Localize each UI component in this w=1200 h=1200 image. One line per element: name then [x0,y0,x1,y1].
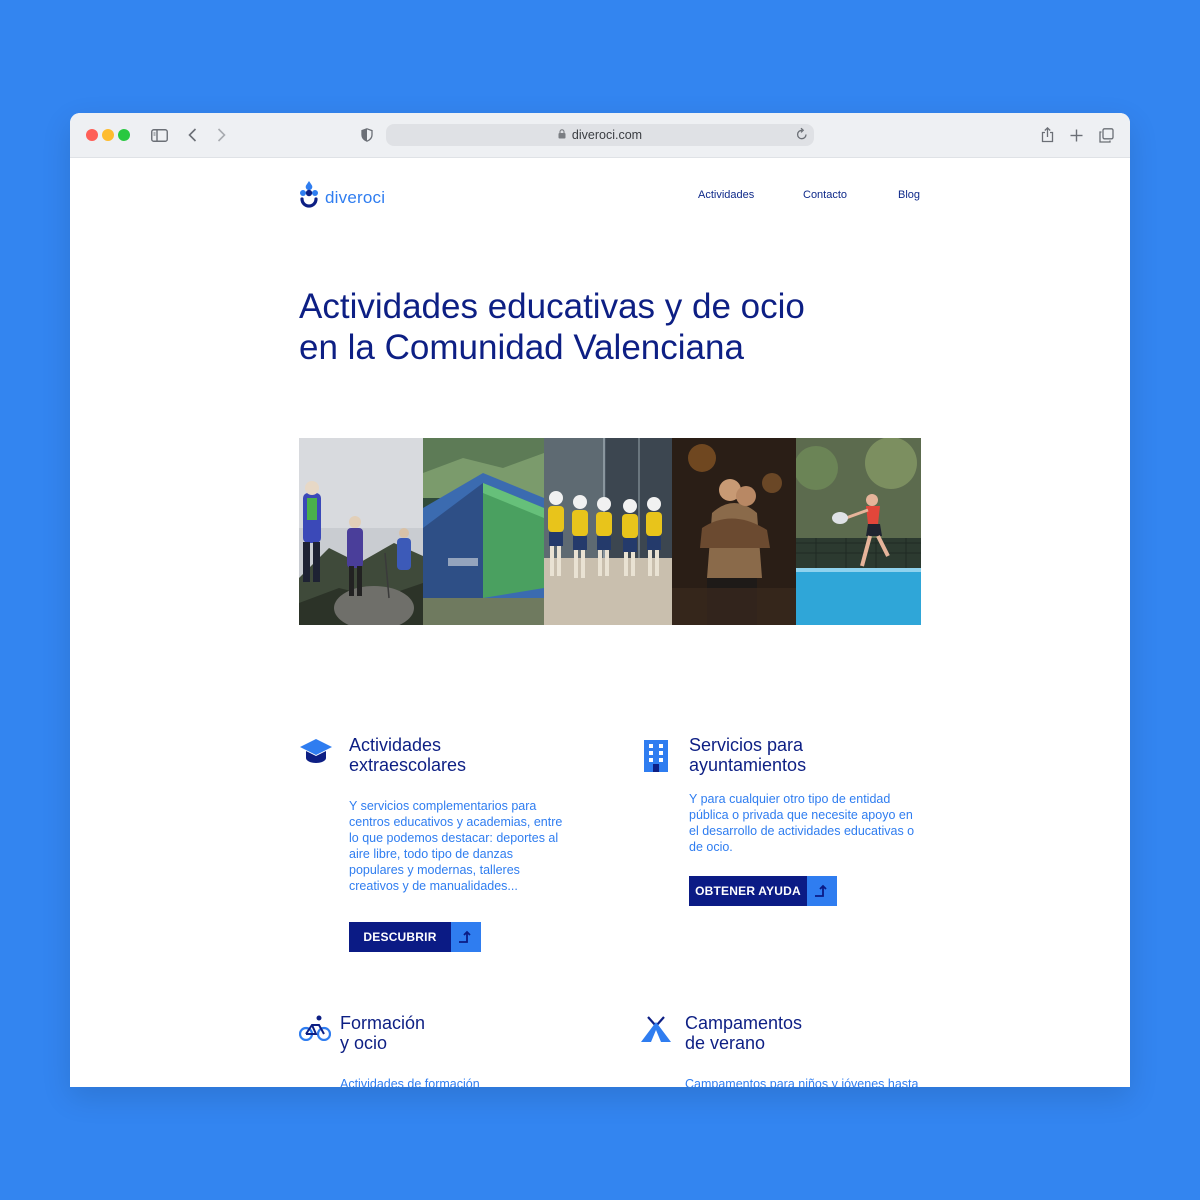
web-page: diveroci Actividades Contacto Blog Activ… [70,158,1130,1087]
hero-title-line1: Actividades educativas y de ocio [299,287,805,326]
card-description: Y para cualquier otro tipo de entidad pú… [689,792,915,854]
address-bar[interactable]: diveroci.com [386,124,814,146]
reload-icon[interactable] [796,127,808,144]
arrow-up-right-icon [451,922,481,952]
hero-title: Actividades educativas y de ocio en la C… [299,286,859,368]
card-title: Actividades extraescolares [349,735,466,775]
card-title-line1: Formación [340,1013,426,1033]
card-title-line2: ayuntamientos [689,755,807,775]
nav-blog[interactable]: Blog [898,189,920,201]
padel-photo [796,438,921,625]
card-title: Servicios para ayuntamientos [689,735,806,775]
card-title-line2: y ocio [340,1033,388,1053]
card-title-line2: extraescolares [349,755,467,775]
card-description: Campamentos para niños y jóvenes hasta [685,1077,919,1087]
address-url: diveroci.com [571,128,643,142]
browser-window: diveroci.com diveroci Actividades Contac… [70,113,1130,1087]
drop-logo-icon [299,180,319,215]
tab-overview-icon[interactable] [1095,123,1117,147]
arrow-up-right-icon [807,876,837,906]
site-logo[interactable]: diveroci [299,180,385,215]
hero-title-line2: en la Comunidad Valenciana [299,328,744,367]
nav-contacto[interactable]: Contacto [803,189,847,201]
lock-icon [558,128,566,142]
obtener-ayuda-button[interactable]: OBTENER AYUDA [689,876,837,906]
zoom-window-button[interactable] [118,129,130,141]
tent-photo [423,438,544,625]
card-title: Campamentos de verano [685,1013,802,1053]
graduation-cap-icon [299,737,333,770]
browser-toolbar: diveroci.com [70,113,1130,158]
shield-icon[interactable] [356,123,378,147]
tent-icon [639,1016,673,1049]
nav-actividades[interactable]: Actividades [698,189,754,201]
bicycle-icon [298,1015,332,1046]
new-tab-icon[interactable] [1065,123,1087,147]
hiking-photo [299,438,423,625]
building-icon [643,740,669,777]
button-label: DESCUBRIR [349,922,451,952]
card-title-line1: Servicios para [689,735,804,755]
card-description: Actividades de formación [340,1077,480,1087]
logo-text: diveroci [325,187,386,207]
card-title: Formación y ocio [340,1013,425,1053]
photo-gallery [299,438,921,625]
minimize-window-button[interactable] [102,129,114,141]
descubrir-button[interactable]: DESCUBRIR [349,922,481,952]
card-description: Y servicios complementarios para centros… [349,799,563,893]
button-label: OBTENER AYUDA [689,876,807,906]
close-window-button[interactable] [86,129,98,141]
dancing-photo [672,438,796,625]
card-title-line1: Campamentos [685,1013,803,1033]
card-title-line1: Actividades [349,735,442,755]
students-photo [544,438,672,625]
card-title-line2: de verano [685,1033,766,1053]
back-icon[interactable] [181,123,203,147]
forward-icon[interactable] [210,123,232,147]
share-icon[interactable] [1036,123,1058,147]
sidebar-icon[interactable] [148,123,170,147]
